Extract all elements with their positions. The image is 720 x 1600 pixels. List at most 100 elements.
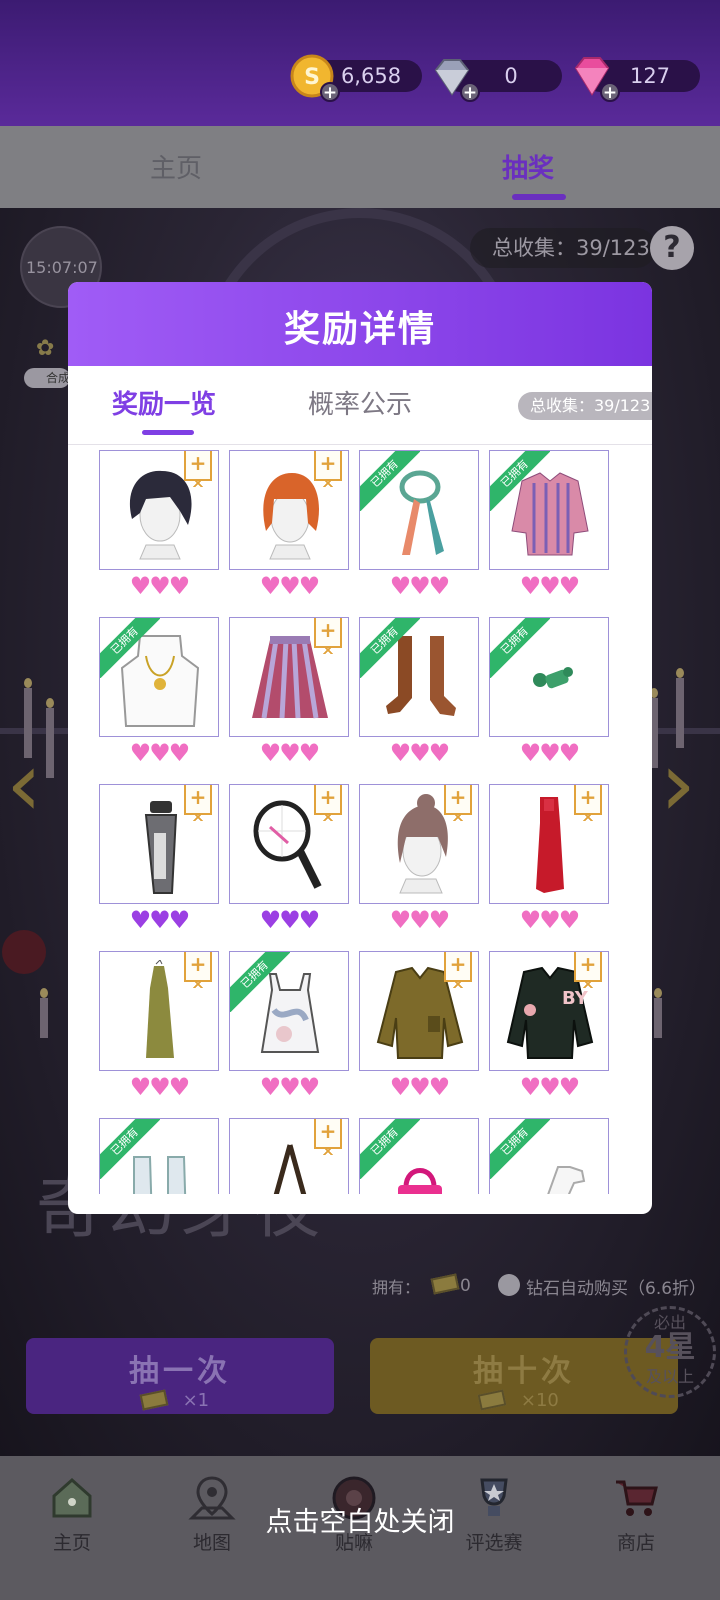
add-bookmark-icon[interactable]: +: [444, 952, 472, 988]
owned-ribbon: 已拥有: [360, 618, 420, 678]
add-bookmark-icon[interactable]: +: [184, 785, 212, 821]
rarity-hearts-icon: ♥♥♥: [389, 739, 451, 767]
reward-item[interactable]: 已拥有: [359, 617, 479, 737]
tab-home[interactable]: 主页: [150, 148, 202, 185]
rarity-hearts-icon: ♥♥♥: [389, 906, 451, 934]
rarity-hearts-icon: ♥♥♥: [259, 572, 321, 600]
owned-ribbon: 已拥有: [360, 1119, 420, 1179]
modal-tab-indicator: [142, 430, 194, 435]
timer-text: 15:07:07: [26, 258, 98, 277]
add-bookmark-icon[interactable]: +: [184, 952, 212, 988]
tab-lottery[interactable]: 抽奖: [502, 148, 554, 185]
reward-item[interactable]: +: [99, 450, 219, 570]
total-collected-label: 总收集：39/123: [492, 236, 650, 260]
ticket-icon: [139, 1389, 169, 1411]
help-button[interactable]: ?: [650, 226, 694, 270]
reward-grid[interactable]: + ♥♥♥ + ♥♥♥ 已拥有 ♥♥♥ 已拥有 ♥♥♥ 已拥有 ♥♥♥ + ♥♥♥ 已拥有 ♥♥♥ 已拥有 ♥…: [68, 446, 652, 1194]
puzzle-icon[interactable]: ✿: [36, 336, 54, 361]
add-bookmark-icon[interactable]: +: [314, 451, 342, 487]
rarity-hearts-icon: ♥♥♥: [129, 1073, 191, 1101]
pink-gem-counter[interactable]: + 127: [574, 57, 700, 103]
reward-item[interactable]: +: [99, 951, 219, 1071]
rarity-hearts-icon: ♥♥♥: [129, 906, 191, 934]
reward-item[interactable]: 已拥有: [359, 450, 479, 570]
reward-item[interactable]: 已拥有: [99, 617, 219, 737]
reward-item[interactable]: +: [489, 784, 609, 904]
owned-label: 已拥有: [230, 952, 290, 1012]
rarity-hearts-icon: ♥♥♥: [259, 739, 321, 767]
reward-item[interactable]: +: [229, 1118, 349, 1194]
draw-once-button[interactable]: 抽一次 ×1: [26, 1338, 334, 1414]
owned-label: 已拥有: [100, 1119, 160, 1179]
owned-ribbon: 已拥有: [230, 952, 290, 1012]
reward-item[interactable]: 已拥有: [359, 1118, 479, 1194]
rarity-hearts-icon: ♥♥♥: [389, 1073, 451, 1101]
tab-reward-list[interactable]: 奖励一览: [112, 384, 216, 421]
rarity-hearts-icon: ♥♥♥: [259, 906, 321, 934]
reward-item[interactable]: 已拥有: [99, 1118, 219, 1194]
auto-buy-label: 钻石自动购买（6.6折）: [526, 1279, 707, 1299]
draw-ten-count: ×10: [370, 1389, 678, 1411]
modal-total-collected: 总收集：39/123: [518, 392, 652, 420]
owned-ribbon: 已拥有: [490, 451, 550, 511]
add-bookmark-icon[interactable]: +: [574, 952, 602, 988]
close-hint[interactable]: 点击空白处关闭: [0, 1500, 720, 1539]
reward-item[interactable]: BY +: [489, 951, 609, 1071]
guarantee-badge: 必出 4星 及以上: [624, 1306, 716, 1398]
add-bookmark-icon[interactable]: +: [444, 785, 472, 821]
rarity-hearts-icon: ♥♥♥: [389, 572, 451, 600]
add-bookmark-icon[interactable]: +: [314, 618, 342, 654]
owned-label: 已拥有: [490, 1119, 550, 1179]
top-bar: S + 6,658 + 0 + 127: [0, 0, 720, 126]
gold-coin-value: 6,658: [340, 64, 402, 88]
add-bookmark-icon[interactable]: +: [314, 1119, 342, 1155]
reward-item[interactable]: +: [229, 784, 349, 904]
candle: [40, 988, 48, 1038]
svg-text:BY: BY: [562, 988, 589, 1009]
owned-label: 已拥有: [100, 618, 160, 678]
rarity-hearts-icon: ♥♥♥: [129, 739, 191, 767]
owned-ribbon: 已拥有: [360, 451, 420, 511]
candle: [46, 698, 54, 778]
tab-probability[interactable]: 概率公示: [308, 384, 412, 421]
add-bookmark-icon[interactable]: +: [574, 785, 602, 821]
rarity-hearts-icon: ♥♥♥: [129, 572, 191, 600]
guarantee-line2: 4星: [644, 1330, 696, 1365]
auto-buy-radio[interactable]: [498, 1274, 520, 1296]
reward-item[interactable]: +: [99, 784, 219, 904]
reward-item[interactable]: 已拥有: [489, 617, 609, 737]
diamond-counter[interactable]: + 0: [434, 59, 562, 103]
reward-item[interactable]: 已拥有: [489, 450, 609, 570]
modal-title: 奖励详情: [283, 309, 436, 350]
ticket-icon: [477, 1389, 507, 1411]
draw-ten-count-text: ×10: [520, 1390, 559, 1411]
diamond-value: 0: [504, 64, 518, 88]
owned-ribbon: 已拥有: [490, 618, 550, 678]
owned-ribbon: 已拥有: [100, 1119, 160, 1179]
own-label: 拥有：: [372, 1278, 421, 1297]
add-bookmark-icon[interactable]: +: [314, 785, 342, 821]
reward-item[interactable]: +: [229, 617, 349, 737]
synthesis-pill[interactable]: 合成: [24, 368, 70, 388]
reward-item[interactable]: 已拥有: [229, 951, 349, 1071]
owned-label: 已拥有: [360, 1119, 420, 1179]
reward-item[interactable]: +: [359, 784, 479, 904]
tab-bar: [0, 126, 720, 208]
add-bookmark-icon[interactable]: +: [184, 451, 212, 487]
owned-label: 已拥有: [490, 618, 550, 678]
draw-once-count-text: ×1: [182, 1390, 210, 1411]
reward-item[interactable]: 已拥有: [489, 1118, 609, 1194]
own-count: 0: [460, 1276, 471, 1296]
next-arrow-icon[interactable]: ›: [660, 740, 696, 830]
previous-arrow-icon[interactable]: ‹: [6, 740, 42, 830]
tab-active-indicator: [512, 194, 566, 200]
owned-ribbon: 已拥有: [490, 1119, 550, 1179]
owned-label: 已拥有: [360, 618, 420, 678]
reward-item[interactable]: +: [229, 450, 349, 570]
guarantee-line3: 及以上: [645, 1367, 694, 1386]
gold-coin-counter[interactable]: S + 6,658: [290, 54, 422, 103]
reward-details-modal: 奖励详情 奖励一览 概率公示 总收集：39/123 + ♥♥♥ + ♥♥♥ 已拥有 ♥♥♥…: [68, 282, 652, 1214]
draw-once-count: ×1: [26, 1389, 334, 1411]
reward-item[interactable]: +: [359, 951, 479, 1071]
rarity-hearts-icon: ♥♥♥: [519, 1073, 581, 1101]
